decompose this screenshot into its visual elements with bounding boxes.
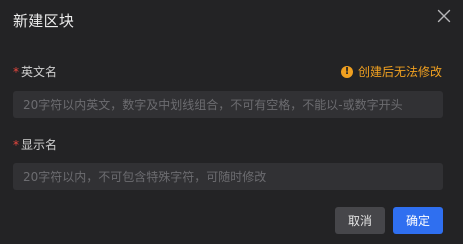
exclamation-icon: ! [340,66,353,78]
english-name-label-text: 英文名 [21,65,58,79]
english-name-input[interactable] [13,91,443,118]
display-name-label-text: 显示名 [21,138,58,152]
required-mark: * [13,138,19,152]
warning-text: 创建后无法修改 [357,65,442,79]
create-block-dialog: 新建区块 *英文名 ! 创建后无法修改 *显示名 取消 确定 [0,0,463,244]
cancel-button[interactable]: 取消 [335,207,385,234]
display-name-label: * 显示名 [13,137,57,153]
required-mark: * [13,65,19,79]
dialog-title: 新建区块 [13,12,75,30]
english-name-label: * 英文名 [13,64,57,80]
confirm-button[interactable]: 确定 [393,207,443,234]
close-icon[interactable] [437,9,451,23]
immutable-warning: ! 创建后无法修改 [340,64,442,80]
display-name-input[interactable] [13,163,443,190]
